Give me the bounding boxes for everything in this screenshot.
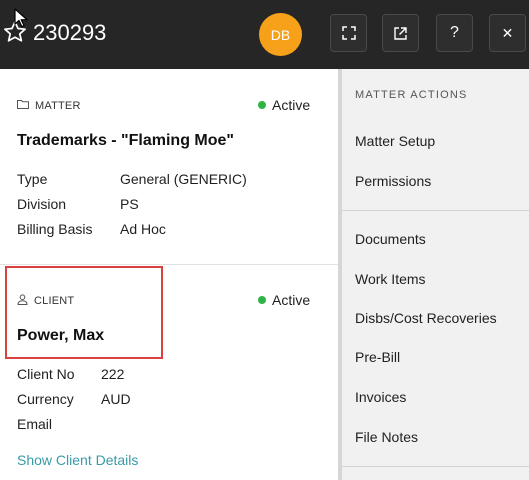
section-divider: [0, 264, 338, 265]
client-status-text: Active: [272, 292, 311, 308]
status-dot-icon: [258, 101, 266, 109]
client-no-label: Client No: [17, 366, 75, 382]
matter-division-value: PS: [120, 196, 139, 212]
folder-icon: [17, 99, 29, 112]
action-permissions[interactable]: Permissions: [355, 173, 431, 189]
action-matter-setup[interactable]: Matter Setup: [355, 133, 435, 149]
help-button[interactable]: ?: [436, 14, 473, 52]
mouse-cursor-icon: [14, 8, 28, 28]
close-button[interactable]: ✕: [489, 14, 526, 52]
action-file-notes[interactable]: File Notes: [355, 429, 418, 445]
fullscreen-button[interactable]: [330, 14, 367, 52]
client-status: Active: [258, 292, 310, 308]
matter-number: 230293: [33, 20, 107, 45]
matter-actions-panel: MATTER ACTIONS Matter Setup Permissions …: [342, 69, 529, 480]
client-no-value: 222: [101, 366, 125, 382]
matter-type-value: General (GENERIC): [120, 171, 247, 187]
open-external-button[interactable]: [382, 14, 419, 52]
matter-division-label: Division: [17, 196, 67, 212]
avatar[interactable]: DB: [259, 13, 302, 56]
client-highlight-box: [5, 266, 163, 359]
matter-billing-basis-value: Ad Hoc: [120, 221, 166, 237]
matter-title: Trademarks - "Flaming Moe": [17, 132, 235, 149]
matter-billing-basis-label: Billing Basis: [17, 221, 93, 237]
client-email-label: Email: [17, 416, 53, 432]
actions-divider: [342, 210, 529, 211]
action-documents[interactable]: Documents: [355, 231, 426, 247]
matter-status: Active: [258, 97, 310, 113]
actions-divider: [342, 466, 529, 467]
action-pre-bill[interactable]: Pre-Bill: [355, 349, 400, 365]
show-client-details-link[interactable]: Show Client Details: [17, 452, 138, 468]
action-disbs-cost-recoveries[interactable]: Disbs/Cost Recoveries: [355, 310, 497, 326]
client-currency-label: Currency: [17, 391, 74, 407]
matter-actions-title: MATTER ACTIONS: [355, 89, 468, 101]
header-bar: 230293 DB ? ✕: [0, 0, 529, 69]
matter-status-text: Active: [272, 97, 311, 113]
matter-section-label: MATTER: [17, 99, 81, 112]
action-invoices[interactable]: Invoices: [355, 389, 406, 405]
help-label: ?: [450, 24, 459, 41]
client-currency-value: AUD: [101, 391, 131, 407]
fullscreen-icon: [341, 26, 356, 40]
open-external-icon: [393, 26, 408, 41]
action-work-items[interactable]: Work Items: [355, 271, 426, 287]
close-icon: ✕: [501, 24, 514, 41]
matter-section-text: MATTER: [35, 99, 81, 112]
status-dot-icon: [258, 296, 266, 304]
matter-type-label: Type: [17, 171, 48, 187]
avatar-initials: DB: [270, 26, 291, 43]
